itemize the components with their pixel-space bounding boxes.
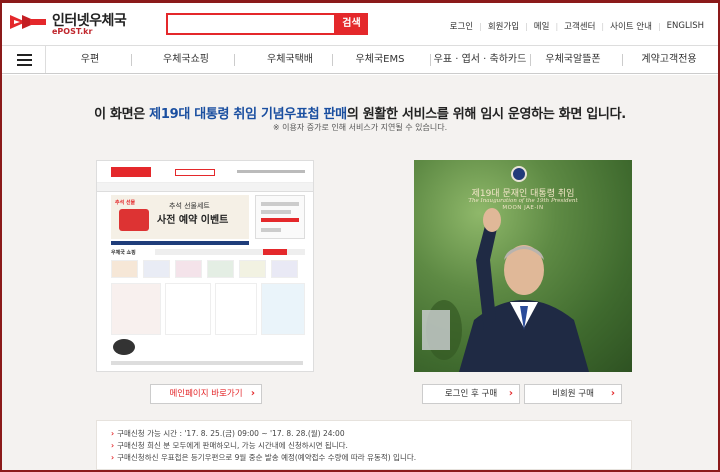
logo-subtitle: ePOST.kr	[52, 27, 93, 36]
site-logo[interactable]: 인터넷우체국 ePOST.kr	[8, 9, 128, 37]
main-content: 이 화면은 제19대 대통령 취임 기념우표첩 판매의 원활한 서비스를 위해 …	[2, 75, 718, 470]
nav-item-shopping[interactable]: 우체국쇼핑	[136, 46, 236, 73]
thumb-footer	[111, 361, 303, 365]
photo-name-en: MOON JAE-IN	[502, 205, 544, 211]
thumb-product	[111, 260, 138, 278]
headline-text: 의 원활한 서비스를 위해 임시 운영하는 화면 입니다.	[346, 107, 626, 122]
note-item: › 구매신청 희신 분 모두에게 판매하오니, 가능 시간내에 신청하시면 됩니다…	[111, 440, 631, 452]
nav-item-mobile[interactable]: 우체국알뜰폰	[530, 46, 616, 73]
divider	[234, 54, 235, 66]
buy-login-button[interactable]: 로그인 후 구매 ›	[422, 384, 520, 404]
thumb-util	[237, 170, 305, 173]
thumb-header	[97, 161, 313, 183]
chevron-right-icon: ›	[610, 388, 615, 399]
bullet-arrow-icon: ›	[111, 453, 115, 462]
epost-logo-icon	[10, 15, 46, 29]
note-text: 구매신청 희신 분 모두에게 판매하오니, 가능 시간내에 신청하시면 됩니다.	[117, 441, 348, 450]
gift-box-icon	[119, 209, 149, 231]
thumb-panel	[165, 283, 211, 335]
thumb-product	[143, 260, 170, 278]
thumb-panel	[215, 283, 257, 335]
nav-item-stamps[interactable]: 우표 · 엽서 · 축하카드	[430, 46, 530, 73]
search-input[interactable]	[168, 18, 334, 36]
nav-item-contract[interactable]: 계약고객전용	[624, 46, 714, 73]
buy-login-button-label: 로그인 후 구매	[444, 389, 498, 399]
signup-link[interactable]: 회원가입	[482, 20, 525, 32]
thumb-product	[239, 260, 266, 278]
photo-title-en: The Inauguration of the 19th President	[468, 198, 578, 204]
thumb-bar	[111, 241, 249, 245]
thumb-login-box	[255, 195, 305, 239]
thumb-product	[207, 260, 234, 278]
thumb-tab-active	[263, 249, 287, 255]
thumb-panel	[111, 283, 161, 335]
thumb-logo	[111, 167, 151, 177]
inauguration-photo: 제19대 문재인 대통령 취임 The Inauguration of the …	[414, 160, 632, 372]
search-button[interactable]: 검색	[335, 13, 368, 35]
thumb-tabs	[155, 249, 305, 255]
thumb-panel	[261, 283, 305, 335]
headline-text: 이 화면은	[94, 107, 150, 122]
nav-item-ems[interactable]: 우체국EMS	[332, 46, 428, 73]
thumb-banner-line1: 추석 선물세트	[169, 202, 210, 210]
thumb-banner-line2: 사전 예약 이벤트	[157, 215, 229, 226]
header: 인터넷우체국 ePOST.kr 검색 로그인 | 회원가입 | 메일 | 고객센…	[0, 3, 720, 43]
utility-links: 로그인 | 회원가입 | 메일 | 고객센터 | 사이트 안내 | ENGLIS…	[444, 20, 710, 32]
thumb-search	[175, 169, 215, 176]
search-box	[166, 13, 336, 36]
thumb-product	[175, 260, 202, 278]
main-page-button-label: 메인페이지 바로가기	[169, 389, 243, 399]
divider	[622, 54, 623, 66]
buy-guest-button-label: 비회원 구매	[552, 389, 594, 399]
note-text: 구매신청하신 우표첩은 등기우편으로 9월 중순 발송 예정(예약접수 수량에 …	[117, 453, 417, 462]
hamburger-icon[interactable]	[2, 46, 46, 73]
thumb-phone-icon	[113, 339, 135, 355]
note-text: 구매신청 가능 시간 : '17. 8. 25.(금) 09:00 ~ '17.…	[117, 429, 345, 438]
headline-highlight: 제19대 대통령 취임 기념우표첩 판매	[149, 107, 347, 122]
bullet-arrow-icon: ›	[111, 429, 115, 438]
chevron-right-icon: ›	[508, 388, 513, 399]
notice-headline: 이 화면은 제19대 대통령 취임 기념우표첩 판매의 원활한 서비스를 위해 …	[2, 103, 718, 122]
login-link[interactable]: 로그인	[444, 20, 479, 32]
notice-subnote: ※ 이용자 증가로 인해 서비스가 지연될 수 있습니다.	[272, 123, 448, 132]
main-page-thumbnail[interactable]: 추석 선물 추석 선물세트 사전 예약 이벤트 우체국 쇼핑	[96, 160, 314, 372]
thumb-nav	[97, 183, 313, 192]
main-nav: 우편 우체국쇼핑 우체국택배 우체국EMS 우표 · 엽서 · 축하카드 우체국…	[2, 45, 718, 74]
site-guide-link[interactable]: 사이트 안내	[604, 20, 658, 32]
divider	[131, 54, 132, 66]
presidential-emblem-icon	[511, 166, 527, 182]
english-link[interactable]: ENGLISH	[661, 21, 710, 31]
note-item: › 구매신청하신 우표첩은 등기우편으로 9월 중순 발송 예정(예약접수 수량에…	[111, 452, 631, 464]
thumb-product	[271, 260, 298, 278]
mail-link[interactable]: 메일	[528, 20, 556, 32]
purchase-notes: › 구매신청 가능 시간 : '17. 8. 25.(금) 09:00 ~ '17…	[96, 420, 632, 470]
thumb-banner-tag: 추석 선물	[115, 200, 136, 206]
note-item: › 구매신청 가능 시간 : '17. 8. 25.(금) 09:00 ~ '17…	[111, 428, 631, 440]
main-page-button[interactable]: 메인페이지 바로가기 ›	[150, 384, 262, 404]
buy-guest-button[interactable]: 비회원 구매 ›	[524, 384, 622, 404]
customer-center-link[interactable]: 고객센터	[558, 20, 601, 32]
chevron-right-icon: ›	[250, 388, 255, 399]
thumb-section-label: 우체국 쇼핑	[111, 250, 136, 256]
nav-item-mail[interactable]: 우편	[54, 46, 126, 73]
thumb-banner: 추석 선물 추석 선물세트 사전 예약 이벤트	[111, 195, 249, 239]
bullet-arrow-icon: ›	[111, 441, 115, 450]
nav-item-parcel[interactable]: 우체국택배	[240, 46, 340, 73]
